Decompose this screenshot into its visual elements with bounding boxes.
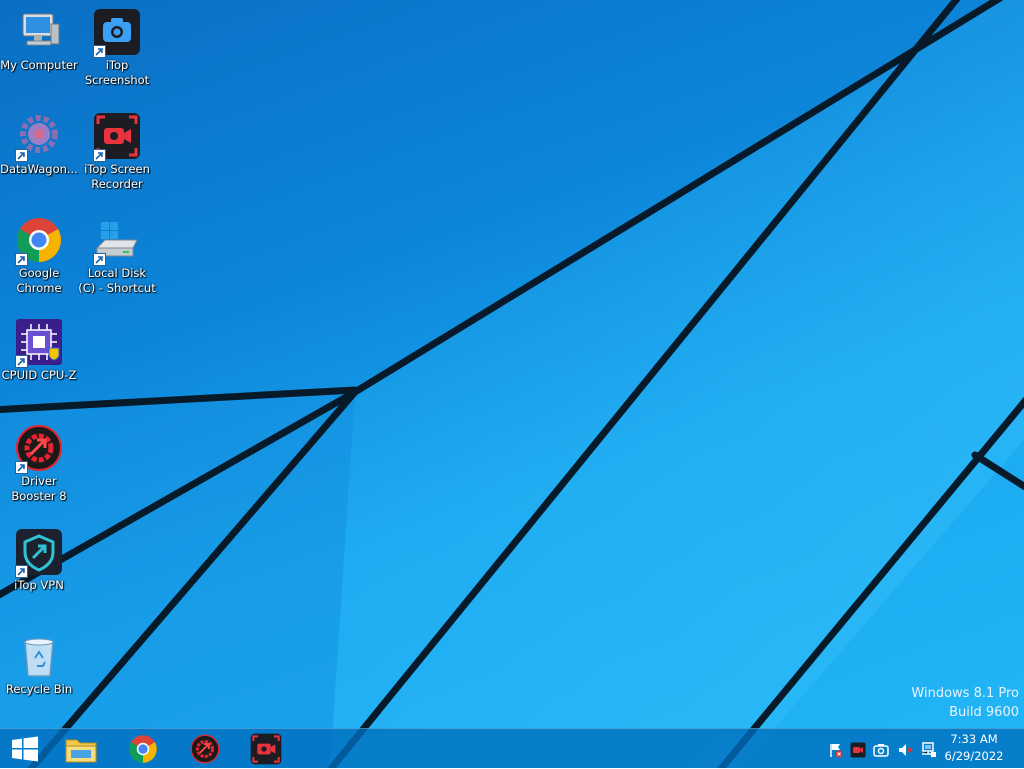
clock-time: 7:33 AM [950, 732, 998, 746]
desktop[interactable]: My Computer iTop Screenshot DataWagon... [0, 0, 1024, 768]
shortcut-arrow-icon [15, 149, 28, 162]
desktop-icon-google-chrome[interactable]: Google Chrome [0, 216, 78, 296]
desktop-icon-label: Driver Booster 8 [11, 474, 67, 503]
desktop-icon-itop-vpn[interactable]: iTop VPN [0, 528, 78, 593]
desktop-icon-label: My Computer [0, 58, 78, 72]
watermark-edition: Windows 8.1 Pro [911, 686, 1019, 701]
recycle-bin-icon [24, 638, 54, 677]
shortcut-arrow-icon [93, 45, 106, 58]
desktop-icon-label: iTop Screen Recorder [84, 162, 150, 191]
desktop-icon-my-computer[interactable]: My Computer [0, 8, 78, 73]
volume-muted-icon[interactable] [898, 742, 914, 758]
desktop-icon-label: iTop VPN [14, 578, 64, 592]
clock-date: 6/29/2022 [944, 749, 1004, 763]
taskbar-file-explorer[interactable] [53, 729, 109, 769]
file-explorer-icon [65, 739, 97, 763]
desktop-icon-cpuid-cpu-z[interactable]: CPUID CPU-Z [0, 318, 78, 383]
taskbar: 7:33 AM 6/29/2022 [0, 728, 1024, 768]
camera-tray-icon[interactable] [873, 742, 889, 758]
shortcut-arrow-icon [15, 565, 28, 578]
taskbar-driver-booster[interactable] [177, 729, 233, 769]
watermark-build: Build 9600 [949, 705, 1019, 720]
desktop-icon-label: CPUID CPU-Z [1, 368, 77, 382]
desktop-icon-label: DataWagon... [0, 162, 78, 176]
desktop-icon-recycle-bin[interactable]: Recycle Bin [0, 632, 78, 697]
shortcut-arrow-icon [15, 253, 28, 266]
desktop-icon-itop-screen-recorder[interactable]: iTop Screen Recorder [78, 112, 156, 192]
taskbar-itop-screen-recorder[interactable] [238, 729, 294, 769]
desktop-icon-datawagon[interactable]: DataWagon... [0, 112, 78, 177]
desktop-icon-itop-screenshot[interactable]: iTop Screenshot [78, 8, 156, 88]
windows-version-watermark: Windows 8.1 Pro Build 9600 [911, 684, 1019, 722]
shortcut-arrow-icon [15, 355, 28, 368]
desktop-icon-driver-booster[interactable]: Driver Booster 8 [0, 424, 78, 504]
shortcut-arrow-icon [93, 149, 106, 162]
desktop-icon-label: Google Chrome [16, 266, 62, 295]
desktop-icon-label: Local Disk (C) - Shortcut [78, 266, 156, 295]
desktop-icon-label: iTop Screenshot [84, 58, 150, 87]
start-windows-icon [12, 736, 38, 762]
chrome-icon [129, 735, 157, 763]
computer-icon [22, 13, 60, 46]
shortcut-arrow-icon [93, 253, 106, 266]
desktop-icon-local-disk-shortcut[interactable]: Local Disk (C) - Shortcut [78, 216, 156, 296]
taskbar-clock[interactable]: 7:33 AM 6/29/2022 [934, 731, 1014, 765]
shortcut-arrow-icon [15, 461, 28, 474]
itop-screen-recorder-icon [250, 733, 282, 765]
taskbar-google-chrome[interactable] [115, 729, 171, 769]
driver-booster-icon [190, 734, 220, 764]
start-button[interactable] [0, 729, 50, 769]
notification-flag-icon[interactable] [828, 742, 844, 758]
recorder-tray-icon[interactable] [850, 742, 866, 758]
desktop-icon-label: Recycle Bin [5, 682, 73, 696]
